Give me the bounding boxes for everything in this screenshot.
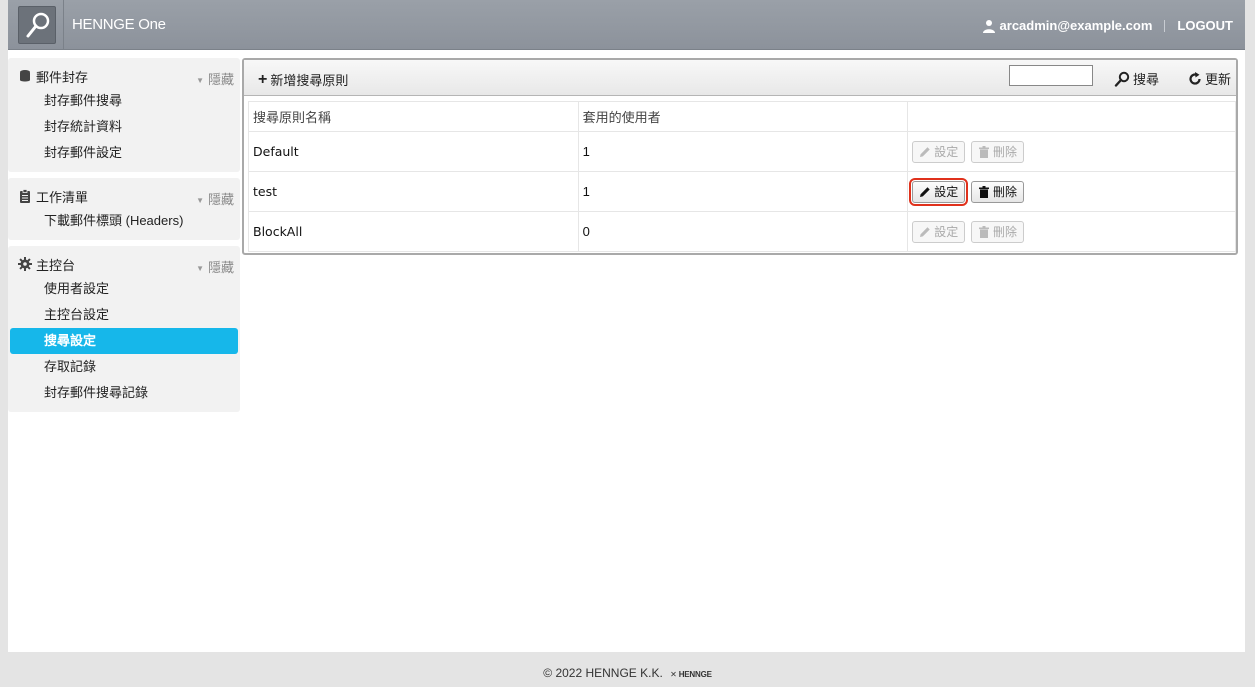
clipboard-icon [18,189,32,203]
sidebar-group-archive: 郵件封存 ▼ 隱藏 封存郵件搜尋 封存統計資料 封存郵件設定 [8,58,240,172]
applied-users-count: 1 [577,171,909,212]
search-label: 搜尋 [1133,72,1160,87]
sidebar-group-console: 主控台 ▼ 隱藏 使用者設定 主控台設定 搜尋設定 存取記錄 封存郵件搜尋記錄 [8,246,240,412]
header-divider [63,0,64,50]
sidebar-group-header: 主控台 ▼ 隱藏 [8,252,240,276]
sidebar-item-archive-stats[interactable]: 封存統計資料 [10,114,238,140]
sidebar-group-title: 主控台 [36,257,76,273]
top-header: HENNGE One arcadmin@example.com LOGOUT [8,0,1245,50]
sidebar-group-title: 郵件封存 [36,69,89,85]
sidebar-item-archive-search[interactable]: 封存郵件搜尋 [10,88,238,114]
row-actions: 設定 刪除 [907,131,1236,172]
edit-button[interactable]: 設定 [909,177,969,206]
pencil-icon [920,226,930,237]
triangle-down-icon: ▼ [196,264,204,274]
delete-button[interactable]: 刪除 [970,140,1024,163]
rule-name: test [248,171,579,212]
table-row: test 1 設定 刪除 [248,171,1236,212]
row-actions: 設定 刪除 [907,211,1236,252]
sidebar-item-archive-search-log[interactable]: 封存郵件搜尋記錄 [10,380,238,406]
search-button[interactable]: 搜尋 [1114,69,1159,88]
user-email[interactable]: arcadmin@example.com [1000,18,1153,33]
add-rule-button[interactable]: + 新增搜尋原則 [258,70,348,89]
edit-label: 設定 [934,225,959,239]
trash-icon [978,185,989,198]
delete-label: 刪除 [992,225,1017,239]
user-divider [1164,19,1166,32]
triangle-down-icon: ▼ [196,76,204,86]
logout-link[interactable]: LOGOUT [1177,18,1233,33]
applied-users-count: 0 [577,211,909,252]
refresh-button[interactable]: 更新 [1188,69,1231,88]
gear-icon [18,257,32,271]
sidebar-group-header: 工作清單 ▼ 隱藏 [8,184,240,208]
user-area: arcadmin@example.com LOGOUT [982,18,1233,33]
trash-icon [978,225,989,238]
hide-toggle[interactable]: ▼ 隱藏 [196,189,234,208]
refresh-icon [1189,71,1201,85]
add-rule-label: 新增搜尋原則 [270,73,349,88]
user-icon [982,19,996,33]
search-logo-icon[interactable] [18,6,56,44]
delete-button[interactable]: 刪除 [970,180,1024,203]
delete-button[interactable]: 刪除 [970,220,1024,243]
hide-toggle[interactable]: ▼ 隱藏 [196,257,234,276]
edit-label: 設定 [934,145,959,159]
hide-toggle[interactable]: ▼ 隱藏 [196,69,234,88]
footer: © 2022 HENNGE K.K. ✕ HENNGE [0,666,1255,680]
search-rules-panel: + 新增搜尋原則 搜尋 更新 搜尋原則名稱 套用的使用者 Default 1 設… [242,58,1238,255]
rule-name: BlockAll [248,211,579,252]
brand-name: HENNGE One [72,16,166,33]
applied-users-count: 1 [577,131,909,172]
database-icon [18,69,32,83]
rule-name: Default [248,131,579,172]
pencil-icon [920,186,930,197]
refresh-label: 更新 [1205,72,1232,87]
sidebar-group-tasks: 工作清單 ▼ 隱藏 下載郵件標頭 (Headers) [8,178,240,240]
trash-icon [978,145,989,158]
delete-label: 刪除 [992,185,1017,199]
column-header-actions [907,101,1236,132]
search-rules-table: 搜尋原則名稱 套用的使用者 Default 1 設定 刪除 test 1 設定 … [248,101,1236,252]
column-header-rule-name: 搜尋原則名稱 [248,101,579,132]
sidebar-item-download-headers[interactable]: 下載郵件標頭 (Headers) [10,208,238,234]
copyright-text: © 2022 HENNGE K.K. [543,666,663,680]
delete-label: 刪除 [992,145,1017,159]
edit-label: 設定 [934,185,959,199]
sidebar-group-title: 工作清單 [36,189,89,205]
sidebar-item-console-settings[interactable]: 主控台設定 [10,302,238,328]
edit-button[interactable]: 設定 [912,140,966,163]
sidebar-group-header: 郵件封存 ▼ 隱藏 [8,64,240,88]
sidebar-item-user-settings[interactable]: 使用者設定 [10,276,238,302]
triangle-down-icon: ▼ [196,196,204,206]
hide-label: 隱藏 [207,192,234,207]
footer-logo: ✕ HENNGE [670,670,712,679]
row-actions: 設定 刪除 [907,171,1236,212]
table-row: Default 1 設定 刪除 [248,131,1236,172]
search-icon [1114,71,1130,87]
plus-icon: + [258,71,268,88]
hide-label: 隱藏 [207,72,234,87]
toolbar: + 新增搜尋原則 搜尋 更新 [244,60,1236,96]
main-container: 郵件封存 ▼ 隱藏 封存郵件搜尋 封存統計資料 封存郵件設定 工作清單 ▼ 隱藏… [8,50,1245,652]
table-header-row: 搜尋原則名稱 套用的使用者 [248,101,1236,132]
search-input[interactable] [1009,65,1093,86]
hide-label: 隱藏 [207,260,234,275]
column-header-applied-users: 套用的使用者 [577,101,909,132]
sidebar-item-search-settings[interactable]: 搜尋設定 [10,328,238,354]
sidebar-item-archive-settings[interactable]: 封存郵件設定 [10,140,238,166]
table-row: BlockAll 0 設定 刪除 [248,211,1236,252]
footer-logo-text: HENNGE [678,670,712,679]
edit-button[interactable]: 設定 [912,220,966,243]
sidebar-item-access-log[interactable]: 存取記錄 [10,354,238,380]
pencil-icon [920,146,930,157]
sidebar: 郵件封存 ▼ 隱藏 封存郵件搜尋 封存統計資料 封存郵件設定 工作清單 ▼ 隱藏… [8,58,240,418]
